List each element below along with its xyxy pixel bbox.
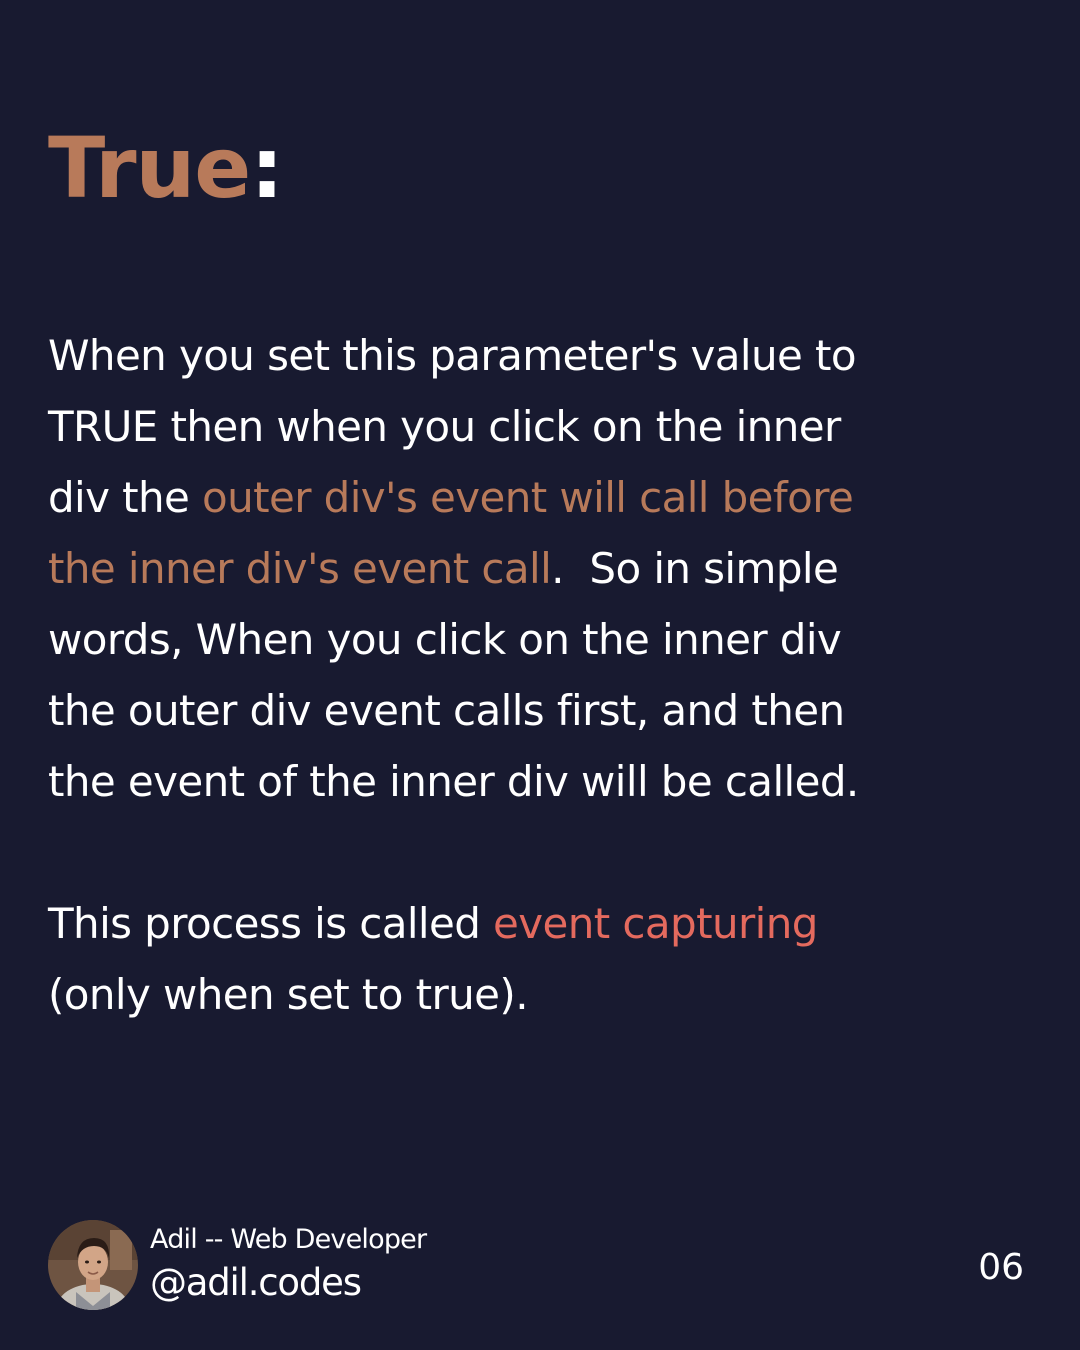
title-word: True bbox=[48, 119, 251, 217]
author-handle: @adil.codes bbox=[150, 1261, 362, 1304]
explanation-paragraph: When you set this parameter's value to T… bbox=[48, 320, 928, 817]
page-title: True: bbox=[48, 118, 284, 218]
highlighted-term: event capturing bbox=[493, 899, 818, 948]
paragraph-line: the inner div's event call. So in simple bbox=[48, 533, 928, 604]
paragraph-line: the outer div event calls first, and the… bbox=[48, 686, 845, 735]
title-colon: : bbox=[250, 119, 284, 217]
paragraph-line: words, When you click on the inner div bbox=[48, 615, 842, 664]
avatar bbox=[48, 1220, 138, 1310]
paragraph-line: (only when set to true). bbox=[48, 970, 529, 1019]
paragraph-line: TRUE then when you click on the inner bbox=[48, 402, 841, 451]
page-number: 06 bbox=[978, 1247, 1024, 1288]
paragraph-line: This process is called event capturing bbox=[48, 888, 928, 959]
author-info: Adil -- Web Developer @adil.codes bbox=[150, 1222, 427, 1308]
paragraph-text: This process is called bbox=[48, 899, 494, 948]
highlighted-text: outer div's event will call before bbox=[202, 473, 854, 522]
paragraph-line: the event of the inner div will be calle… bbox=[48, 757, 859, 806]
profile-photo-icon bbox=[48, 1220, 138, 1310]
paragraph-line: div the outer div's event will call befo… bbox=[48, 462, 928, 533]
author-name: Adil -- Web Developer bbox=[150, 1224, 427, 1255]
paragraph-line: When you set this parameter's value to bbox=[48, 331, 857, 380]
summary-paragraph: This process is called event capturing (… bbox=[48, 888, 928, 1030]
paragraph-text: div the bbox=[48, 473, 203, 522]
paragraph-text: . So in simple bbox=[551, 544, 839, 593]
highlighted-text: the inner div's event call bbox=[48, 544, 552, 593]
author-footer: Adil -- Web Developer @adil.codes bbox=[48, 1220, 427, 1310]
